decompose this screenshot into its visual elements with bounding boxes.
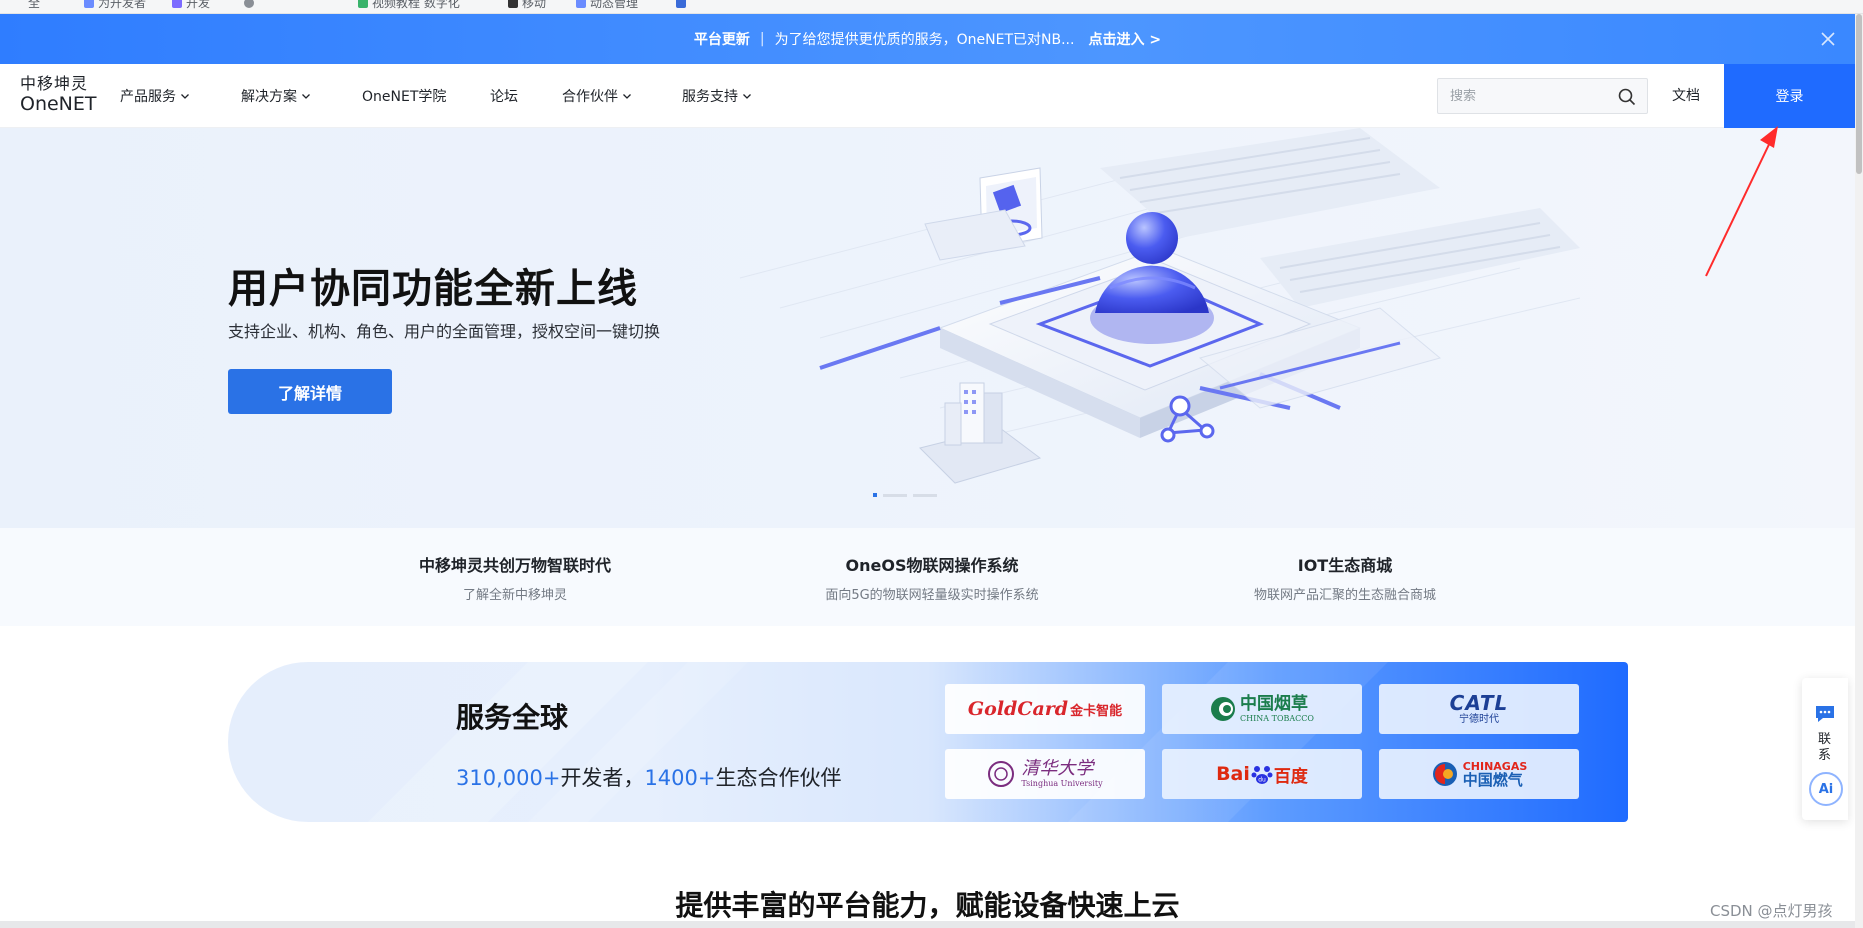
announcement-bar: 平台更新 | 为了给您提供更优质的服务，OneNET已对NB... 点击进入 > <box>0 14 1855 64</box>
bookmark-item[interactable] <box>244 0 258 10</box>
nav-item-products[interactable]: 产品服务 <box>120 86 190 106</box>
bookmark-diamond-icon <box>508 0 518 8</box>
nav-item-support[interactable]: 服务支持 <box>682 86 752 106</box>
svg-text:du: du <box>1258 777 1266 784</box>
partner-logo-goldcard[interactable]: GoldCard 金卡智能 <box>945 684 1145 734</box>
hero-subtitle: 支持企业、机构、角色、用户的全面管理，授权空间一键切换 <box>228 322 661 341</box>
quick-link-card[interactable]: IOT生态商城 物联网产品汇聚的生态融合商城 <box>1165 552 1525 603</box>
csdn-watermark: CSDN @点灯男孩 <box>1710 902 1833 920</box>
quick-link-subtitle: 了解全新中移坤灵 <box>462 588 567 603</box>
bookmark-doc-icon <box>84 0 94 8</box>
platform-capabilities-heading: 提供丰富的平台能力，赋能设备快速上云 <box>675 889 1180 922</box>
chevron-down-icon <box>181 94 189 99</box>
partner-logo-baidu[interactable]: Bai du 百度 <box>1162 749 1362 799</box>
partner-logo-tsinghua[interactable]: 清华大学 Tsinghua University <box>945 749 1145 799</box>
announcement-message: 为了给您提供更优质的服务，OneNET已对NB... <box>774 32 1075 48</box>
bookmark-item[interactable]: 动态管理 <box>576 0 638 10</box>
partner-logo-grid: GoldCard 金卡智能 中国烟草 CHINA TOBACCO CATL 宁德… <box>945 684 1579 799</box>
hero-title: 用户协同功能全新上线 <box>228 266 638 312</box>
partner-logo-china-gas[interactable]: CHINAGAS 中国燃气 <box>1379 749 1579 799</box>
chevron-down-icon <box>302 94 310 99</box>
bookmark-doc-icon <box>172 0 182 8</box>
bookmark-video-icon <box>358 0 368 8</box>
service-global-stats: 310,000+开发者，1400+生态合作伙伴 <box>456 762 841 792</box>
bookmark-doc-icon <box>576 0 586 8</box>
announcement-link[interactable]: 点击进入 > <box>1088 29 1161 49</box>
browser-bookmarks-bar: 全 为开发者 开发 视频教程 数字化 移动 动态管理 <box>0 0 1863 14</box>
quick-links-strip: 中移坤灵共创万物智联时代 了解全新中移坤灵 OneOS物联网操作系统 面向5G的… <box>0 528 1855 626</box>
close-icon[interactable] <box>1817 28 1839 50</box>
tsinghua-seal-icon <box>988 761 1015 787</box>
quick-link-title: 中移坤灵共创万物智联时代 <box>418 556 611 575</box>
bookmark-item[interactable] <box>676 0 690 10</box>
service-global-banner: 服务全球 310,000+开发者，1400+生态合作伙伴 GoldCard 金卡… <box>228 662 1628 822</box>
quick-link-subtitle: 物联网产品汇聚的生态融合商城 <box>1253 588 1436 603</box>
bookmark-item[interactable]: 为开发者 <box>84 0 146 10</box>
baidu-paw-icon: du <box>1251 766 1273 784</box>
ai-assistant-button[interactable]: Ai <box>1809 772 1843 806</box>
partner-logo-catl[interactable]: CATL 宁德时代 <box>1379 684 1579 734</box>
hero-banner: 用户协同功能全新上线 支持企业、机构、角色、用户的全面管理，授权空间一键切换 了… <box>0 128 1855 528</box>
carousel-dot[interactable] <box>873 493 877 497</box>
top-navigation: 中移坤灵 OneNET 产品服务 解决方案 OneNET学院 论坛 合作伙伴 服… <box>0 64 1855 128</box>
search-icon[interactable] <box>1617 87 1637 107</box>
search-box <box>1437 78 1648 114</box>
hero-illustration <box>739 128 1580 484</box>
chat-bubble-icon[interactable] <box>1814 704 1836 724</box>
china-gas-emblem-icon <box>1432 762 1457 786</box>
bookmark-item[interactable]: 视频教程 数字化 <box>358 0 460 10</box>
partner-label: 生态合作伙伴 <box>715 766 842 790</box>
learn-more-button[interactable]: 了解详情 <box>228 369 392 414</box>
quick-link-title: OneOS物联网操作系统 <box>845 556 1019 575</box>
carousel-dot[interactable] <box>883 494 907 497</box>
developer-count: 310,000+ <box>456 766 561 790</box>
partner-count: 1400+ <box>644 766 716 790</box>
logo-english: OneNET <box>20 93 97 115</box>
china-tobacco-emblem-icon <box>1211 697 1236 721</box>
docs-link[interactable]: 文档 <box>1672 64 1700 128</box>
bookmark-item[interactable]: 全 <box>28 0 40 10</box>
login-button[interactable]: 登录 <box>1724 64 1855 128</box>
nav-item-forum[interactable]: 论坛 <box>490 86 518 106</box>
search-input[interactable] <box>1448 87 1608 105</box>
announcement-separator: | <box>759 31 765 47</box>
quick-link-card[interactable]: OneOS物联网操作系统 面向5G的物联网轻量级实时操作系统 <box>752 552 1112 603</box>
announcement-tag: 平台更新 <box>693 32 750 48</box>
logo-chinese: 中移坤灵 <box>20 74 89 93</box>
quick-link-title: IOT生态商城 <box>1297 556 1393 575</box>
bottom-edge <box>0 921 1855 928</box>
service-global-title: 服务全球 <box>456 701 569 734</box>
onenet-logo[interactable]: 中移坤灵 OneNET <box>20 76 97 114</box>
bookmark-item[interactable]: 开发 <box>172 0 210 10</box>
contact-us-label[interactable]: 联系 <box>1818 732 1832 766</box>
page: 全 为开发者 开发 视频教程 数字化 移动 动态管理 平台更新 | 为了给您提供… <box>0 0 1863 928</box>
scrollbar-thumb[interactable] <box>1856 14 1862 174</box>
developer-label: 开发者， <box>560 766 645 790</box>
partner-logo-china-tobacco[interactable]: 中国烟草 CHINA TOBACCO <box>1162 684 1362 734</box>
chevron-down-icon <box>743 94 751 99</box>
nav-item-academy[interactable]: OneNET学院 <box>362 86 446 106</box>
quick-link-card[interactable]: 中移坤灵共创万物智联时代 了解全新中移坤灵 <box>335 552 695 603</box>
carousel-dots <box>873 493 937 497</box>
chevron-down-icon <box>623 94 631 99</box>
floating-side-tools: 联系 Ai <box>1802 678 1848 820</box>
bookmark-item[interactable]: 移动 <box>508 0 546 10</box>
page-scrollbar[interactable] <box>1855 14 1863 928</box>
bookmark-globe-icon <box>244 0 254 8</box>
bookmark-diamond-icon <box>676 0 686 8</box>
carousel-dot[interactable] <box>913 494 937 497</box>
nav-item-solutions[interactable]: 解决方案 <box>241 86 311 106</box>
nav-item-partners[interactable]: 合作伙伴 <box>562 86 632 106</box>
quick-link-subtitle: 面向5G的物联网轻量级实时操作系统 <box>825 588 1039 603</box>
